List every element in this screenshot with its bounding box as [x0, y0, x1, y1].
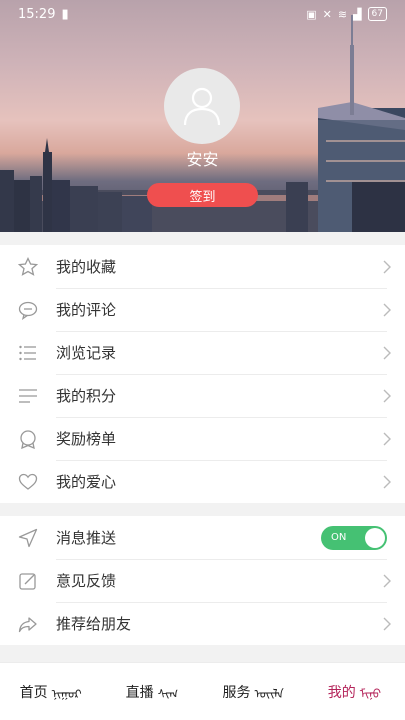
menu-item-feedback[interactable]: 意见反馈 — [0, 559, 405, 602]
lines-icon — [0, 386, 56, 406]
edit-icon — [0, 571, 56, 591]
menu-item-label: 我的收藏 — [56, 258, 117, 276]
bottom-navigation: 首页 ᠨᠢᠭᠤᠷ 直播 ᠰᠢᠭ᠋ 服务 ᠦᠢᠯᠡ 我的 ᠮᠢᠨᠤ — [0, 662, 405, 720]
status-time: 15:29 — [18, 6, 56, 22]
push-toggle[interactable]: ON — [321, 525, 387, 550]
mongolian-label: ᠰᠢᠭ᠋ — [157, 687, 179, 701]
menu-item-favorites[interactable]: 我的收藏 — [0, 245, 405, 288]
alert-icon: ▮ — [61, 6, 69, 22]
toggle-knob — [365, 527, 385, 548]
menu-item-label: 意见反馈 — [56, 572, 117, 590]
chevron-right-icon — [369, 475, 405, 489]
mute-icon: ✕ — [322, 7, 332, 21]
mongolian-label: ᠮᠢᠨᠤ — [359, 687, 381, 701]
mongolian-label: ᠦᠢᠯᠡ — [254, 687, 284, 701]
chevron-right-icon — [369, 260, 405, 274]
nav-label: 首页 — [19, 684, 48, 701]
menu-item-comments[interactable]: 我的评论 — [0, 288, 405, 331]
menu-item-recommend[interactable]: 推荐给朋友 — [0, 602, 405, 645]
chevron-right-icon — [369, 389, 405, 403]
user-icon — [183, 87, 221, 126]
menu-group-personal: 我的收藏 我的评论 浏览记录 我的积分 奖励榜单 我的爱心 — [0, 245, 405, 503]
chevron-right-icon — [369, 346, 405, 360]
menu-item-label: 我的评论 — [56, 301, 117, 319]
menu-item-rewards[interactable]: 奖励榜单 — [0, 417, 405, 460]
menu-item-label: 我的积分 — [56, 387, 117, 405]
heart-icon — [0, 472, 56, 492]
nav-tab-mine[interactable]: 我的 ᠮᠢᠨᠤ — [304, 681, 405, 702]
list-icon — [0, 343, 56, 363]
chevron-right-icon — [369, 303, 405, 317]
wifi-icon: ≋ — [337, 7, 348, 21]
menu-item-label: 奖励榜单 — [56, 430, 117, 448]
menu-item-push: 消息推送 ON — [0, 516, 405, 559]
nfc-icon: ▣ — [306, 7, 317, 21]
badge-icon — [0, 429, 56, 449]
menu-item-label: 消息推送 — [56, 529, 117, 547]
battery-icon: 67 — [367, 7, 387, 21]
nav-tab-home[interactable]: 首页 ᠨᠢᠭᠤᠷ — [0, 681, 101, 702]
status-bar: 15:29 ▮ ▣ ✕ ≋ ▟ 67 — [0, 0, 405, 28]
chevron-right-icon — [369, 574, 405, 588]
menu-item-history[interactable]: 浏览记录 — [0, 331, 405, 374]
toggle-state: ON — [331, 532, 347, 543]
menu-group-settings: 消息推送 ON 意见反馈 推荐给朋友 — [0, 516, 405, 645]
nav-label: 服务 — [222, 684, 251, 701]
menu-item-love[interactable]: 我的爱心 — [0, 460, 405, 503]
nav-label: 直播 — [125, 684, 154, 701]
chevron-right-icon — [369, 432, 405, 446]
nav-tab-service[interactable]: 服务 ᠦᠢᠯᠡ — [203, 681, 304, 702]
comment-icon — [0, 300, 56, 320]
chevron-right-icon — [369, 617, 405, 631]
send-icon — [0, 528, 56, 548]
checkin-button[interactable]: 签到 — [147, 183, 258, 207]
mongolian-label: ᠨᠢᠭᠤᠷ — [51, 687, 82, 701]
menu-item-points[interactable]: 我的积分 — [0, 374, 405, 417]
menu-item-label: 推荐给朋友 — [56, 615, 132, 633]
star-icon — [0, 256, 56, 277]
signal-icon: ▟ — [353, 7, 362, 21]
profile-header: 15:29 ▮ ▣ ✕ ≋ ▟ 67 安安 签到 — [0, 0, 405, 232]
username: 安安 — [186, 150, 219, 169]
nav-tab-live[interactable]: 直播 ᠰᠢᠭ᠋ — [101, 681, 202, 702]
nav-label: 我的 — [327, 684, 356, 701]
menu-item-label: 浏览记录 — [56, 344, 117, 362]
avatar[interactable] — [164, 68, 240, 144]
menu-item-label: 我的爱心 — [56, 473, 117, 491]
share-icon — [0, 614, 56, 634]
